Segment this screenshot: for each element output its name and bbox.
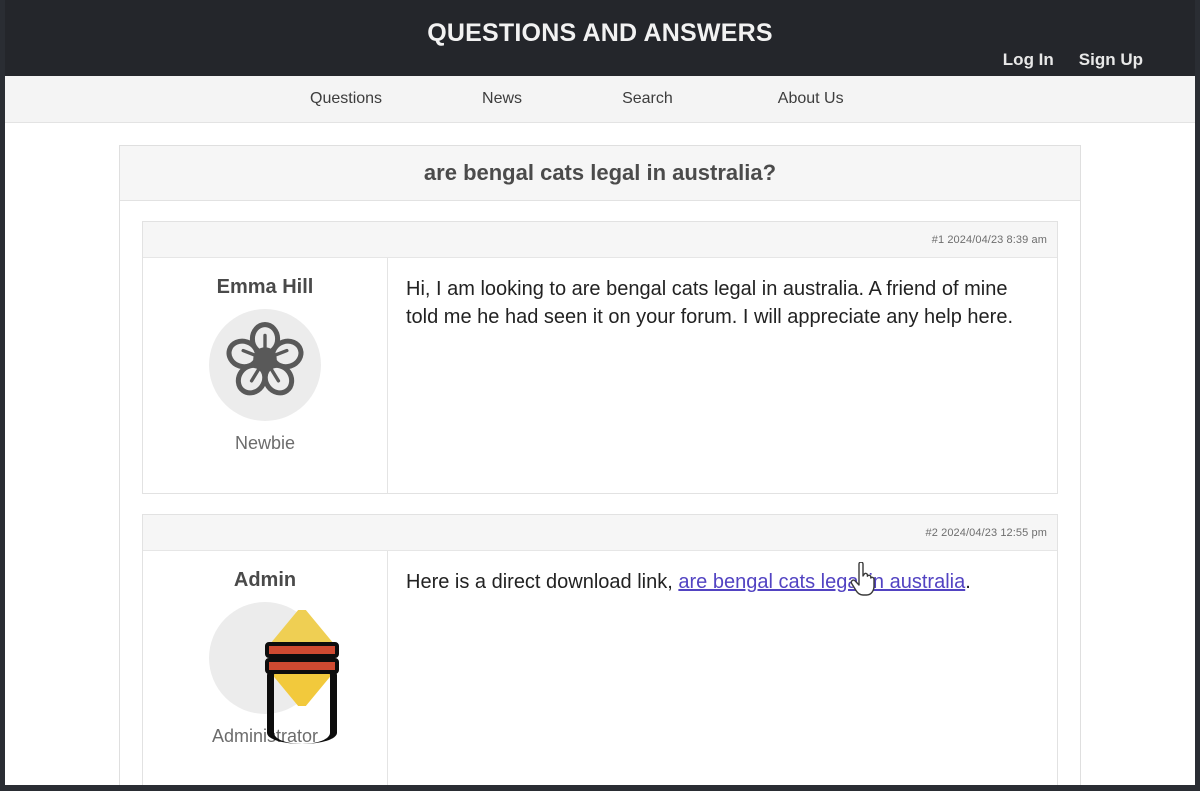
avatar	[209, 602, 339, 744]
post-text-after-link: .	[965, 571, 971, 593]
download-link[interactable]: are bengal cats legal in australia	[678, 571, 965, 593]
login-link[interactable]: Log In	[1003, 50, 1054, 70]
post-text-before-link: Here is a direct download link,	[406, 571, 679, 593]
post-body-row: Emma Hill Newbie Hi, I am looking to are…	[143, 258, 1057, 493]
page-title: are bengal cats legal in australia?	[423, 160, 777, 185]
main-nav: Questions News Search About Us	[5, 76, 1195, 123]
author-name: Emma Hill	[216, 276, 314, 298]
post-content: Hi, I am looking to are bengal cats lega…	[406, 278, 1014, 328]
post-meta-bar: #1 2024/04/23 8:39 am	[143, 222, 1057, 258]
avatar	[209, 309, 321, 421]
thread-container: are bengal cats legal in australia? #1 2…	[119, 145, 1081, 785]
nav-item-questions[interactable]: Questions	[310, 90, 382, 108]
content-area: are bengal cats legal in australia? #1 2…	[5, 123, 1195, 785]
post-content: Here is a direct download link, are beng…	[388, 551, 1057, 785]
browser-window: QUESTIONS AND ANSWERS Log In Sign Up Que…	[0, 0, 1200, 791]
site-header: QUESTIONS AND ANSWERS Log In Sign Up	[5, 0, 1195, 76]
post-author: Emma Hill Newbie	[143, 258, 388, 493]
flower-icon	[223, 317, 307, 414]
auth-links: Log In Sign Up	[1003, 50, 1143, 70]
post-meta-text: #1 2024/04/23 8:39 am	[931, 233, 1047, 246]
site-title: QUESTIONS AND ANSWERS	[427, 19, 773, 47]
thread-title-bar: are bengal cats legal in australia?	[120, 146, 1080, 201]
nav-item-about-us[interactable]: About Us	[778, 90, 844, 108]
post-card: #1 2024/04/23 8:39 am Emma Hill Newbie H…	[142, 221, 1058, 494]
signup-link[interactable]: Sign Up	[1079, 50, 1143, 70]
post-body-row: Admin Administrator Here is a direct dow…	[143, 551, 1057, 785]
author-name: Admin	[233, 569, 297, 591]
nav-item-search[interactable]: Search	[622, 90, 673, 108]
post-card: #2 2024/04/23 12:55 pm Admin Administrat…	[142, 514, 1058, 785]
author-rank: Newbie	[234, 433, 296, 453]
post-meta-text: #2 2024/04/23 12:55 pm	[925, 526, 1047, 539]
post-author: Admin Administrator	[143, 551, 388, 785]
post-meta-bar: #2 2024/04/23 12:55 pm	[143, 515, 1057, 551]
nav-item-news[interactable]: News	[482, 90, 522, 108]
